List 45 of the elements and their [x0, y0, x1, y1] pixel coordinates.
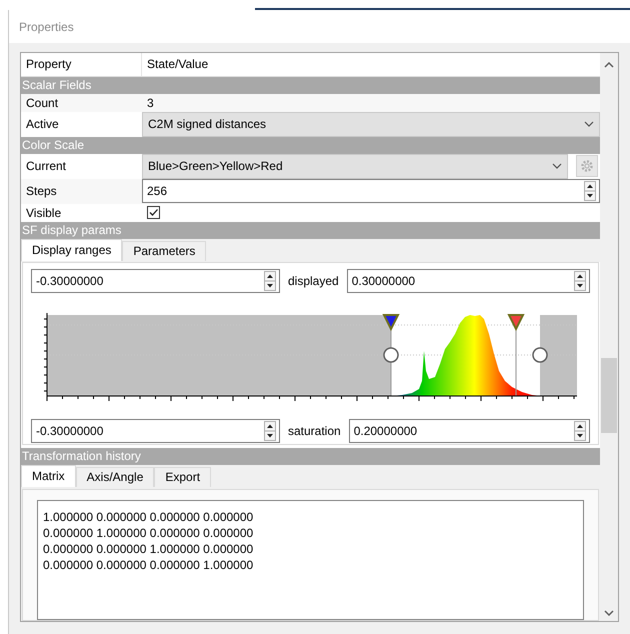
spin-box[interactable]: 0.30000000 — [346, 269, 590, 294]
scroll-up-icon[interactable] — [604, 62, 614, 68]
chevron-down-icon — [552, 163, 562, 170]
section-header: Transformation history — [21, 448, 600, 465]
matrix-text[interactable]: 1.000000 0.000000 0.000000 0.000000 0.000000 1.000000 0.000000 0.000000 0.000000 0.000000 1.000000 0.000000 0.000000 0.000000 0.000000 1.000000 — [37, 500, 584, 620]
tab[interactable]: Matrix — [21, 464, 76, 487]
window-title: Properties — [19, 18, 74, 36]
spin-box[interactable]: 256 — [142, 179, 600, 204]
property-value: 3 — [146, 94, 155, 112]
scrollbar[interactable] — [600, 53, 618, 621]
spin-arrows-icon[interactable] — [264, 421, 276, 442]
column-header: Property — [21, 53, 142, 76]
spin-arrows-icon[interactable] — [574, 271, 586, 292]
chevron-down-icon — [584, 121, 594, 128]
spin-box[interactable]: 0.20000000 — [348, 419, 590, 444]
range-label: displayed — [288, 273, 339, 290]
range-handle[interactable] — [383, 347, 399, 363]
tab[interactable]: Export — [154, 466, 212, 487]
property-label: Visible — [25, 204, 62, 222]
dropdown[interactable]: Blue>Green>Yellow>Red — [142, 154, 568, 179]
range-handle[interactable] — [532, 347, 548, 363]
spin-arrows-icon[interactable] — [584, 181, 596, 202]
scrollbar-thumb[interactable] — [601, 358, 617, 433]
spin-arrows-icon[interactable] — [574, 421, 586, 442]
column-header: State/Value — [146, 56, 210, 74]
property-label: Current — [25, 158, 68, 176]
checkbox[interactable] — [147, 206, 160, 220]
property-label: Steps — [25, 183, 58, 200]
spin-box[interactable]: -0.30000000 — [31, 269, 280, 294]
property-label: Count — [25, 94, 60, 112]
section-header: Color Scale — [21, 136, 600, 154]
section-header: Scalar Fields — [21, 76, 600, 94]
section-header: SF display params — [21, 222, 600, 239]
range-label: saturation — [288, 423, 341, 440]
tab[interactable]: Parameters — [122, 240, 206, 261]
spin-box[interactable]: -0.30000000 — [31, 419, 280, 444]
tab[interactable]: Display ranges — [21, 238, 122, 261]
property-label: Active — [25, 116, 60, 134]
settings-icon — [580, 159, 594, 174]
range-marker-icon[interactable] — [507, 314, 525, 332]
dropdown[interactable]: C2M signed distances — [142, 112, 600, 137]
range-marker-icon[interactable] — [382, 314, 400, 332]
tab[interactable]: Axis/Angle — [76, 466, 154, 487]
scroll-down-icon[interactable] — [604, 610, 614, 616]
spin-arrows-icon[interactable] — [264, 271, 276, 292]
